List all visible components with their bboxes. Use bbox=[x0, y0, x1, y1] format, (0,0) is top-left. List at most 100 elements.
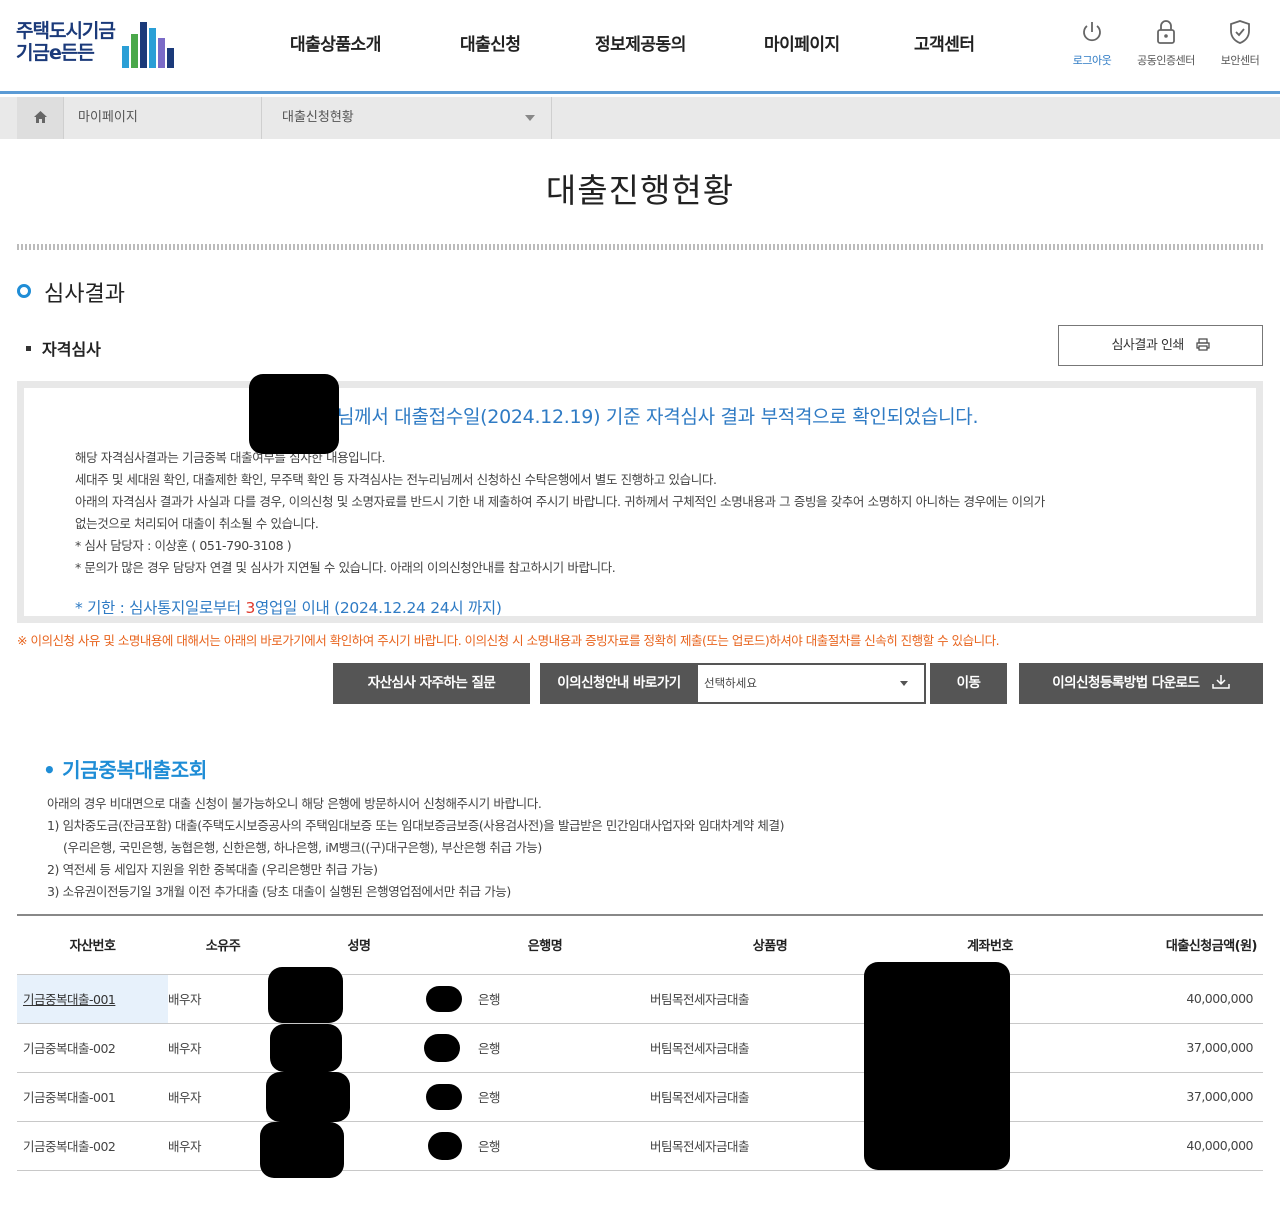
power-icon bbox=[1083, 22, 1101, 42]
nav-info-consent[interactable]: 정보제공동의 bbox=[595, 30, 686, 55]
bank-cell: 은행 bbox=[440, 974, 650, 1024]
objection-shortcut-label: 이의신청안내 바로가기 bbox=[557, 675, 681, 691]
download-guide-label: 이의신청등록방법 다운로드 bbox=[1052, 675, 1200, 691]
amount-cell: 40,000,000 bbox=[1090, 1121, 1263, 1171]
cert-center-label: 공동인증센터 bbox=[1137, 54, 1195, 67]
objection-warning: ※ 이의신청 사유 및 소명내용에 대해서는 아래의 바로가기에서 확인하여 주… bbox=[17, 633, 1000, 648]
review-detail-line: 없는것으로 처리되어 대출이 취소될 수 있습니다. bbox=[75, 516, 319, 531]
table-row[interactable]: 기금중복대출-002 배우자 은행 버팀목전세자금대출 37,000,000 bbox=[17, 1023, 1263, 1073]
breadcrumb-mypage[interactable]: 마이페이지 bbox=[64, 97, 262, 139]
nav-customer-center[interactable]: 고객센터 bbox=[914, 30, 975, 55]
review-contact-line: * 심사 담당자 : 이상훈 ( 051-790-3108 ) bbox=[75, 538, 292, 553]
home-icon bbox=[34, 111, 47, 123]
square-bullet-icon bbox=[26, 346, 31, 351]
table-row[interactable]: 기금중복대출-001 배우자 은행 버팀목전세자금대출 37,000,000 bbox=[17, 1072, 1263, 1122]
table-row[interactable]: 기금중복대출-002 배우자 은행 버팀목전세자금대출 40,000,000 bbox=[17, 1121, 1263, 1171]
faq-button[interactable]: 자산심사 자주하는 질문 bbox=[333, 663, 530, 704]
title-divider bbox=[17, 244, 1263, 250]
owner-cell: 배우자 bbox=[168, 974, 278, 1024]
redacted-name-mark bbox=[266, 1072, 350, 1122]
review-result-box: 님께서 대출접수일(2024.12.19) 기준 자격심사 결과 부적격으로 확… bbox=[17, 374, 1263, 623]
redacted-bank-mark bbox=[426, 1084, 462, 1110]
nav-loan-products[interactable]: 대출상품소개 bbox=[290, 30, 381, 55]
review-section-title: 심사결과 bbox=[44, 282, 125, 307]
deadline-prefix: * 기한 : 심사통지일로부터 bbox=[75, 599, 246, 617]
col-header-owner: 소유주 bbox=[168, 915, 278, 975]
print-result-button[interactable]: 심사결과 인쇄 bbox=[1058, 325, 1263, 366]
download-icon bbox=[1211, 675, 1230, 689]
breadcrumb-loan-status-dropdown[interactable]: 대출신청현황 bbox=[262, 97, 552, 139]
bank-cell: 은행 bbox=[440, 1121, 650, 1171]
note-line: 2) 역전세 등 세입자 지원을 위한 중복대출 (우리은행만 취급 가능) bbox=[47, 862, 378, 877]
objection-deadline: * 기한 : 심사통지일로부터 3영업일 이내 (2024.12.24 24시 … bbox=[75, 596, 502, 618]
duplicate-loan-title: • 기금중복대출조회 bbox=[43, 758, 207, 782]
qualification-review-label: 자격심사 bbox=[42, 340, 101, 359]
note-line: 3) 소유권이전등기일 3개월 이전 추가대출 (당초 대출이 실행된 은행영업… bbox=[47, 884, 511, 899]
chevron-down-icon bbox=[900, 681, 908, 686]
chevron-down-icon bbox=[525, 115, 535, 121]
select-placeholder: 선택하세요 bbox=[704, 676, 757, 690]
deadline-suffix: 영업일 이내 (2024.12.24 24시 까지) bbox=[255, 599, 502, 617]
breadcrumb: 마이페이지 대출신청현황 bbox=[0, 97, 1280, 139]
col-header-amount: 대출신청금액(원) bbox=[1090, 915, 1263, 975]
asset-link[interactable]: 기금중복대출-001 bbox=[23, 992, 116, 1007]
duplicate-loan-table: 자산번호 소유주 성명 은행명 상품명 계좌번호 대출신청금액(원) 기금중복대… bbox=[17, 914, 1263, 1171]
col-header-name: 성명 bbox=[278, 915, 440, 975]
review-result-message: 님께서 대출접수일(2024.12.19) 기준 자격심사 결과 부적격으로 확… bbox=[337, 406, 979, 428]
download-guide-button[interactable]: 이의신청등록방법 다운로드 bbox=[1019, 663, 1263, 704]
print-result-label: 심사결과 인쇄 bbox=[1111, 338, 1184, 353]
cert-center-button[interactable]: 공동인증센터 bbox=[1129, 18, 1203, 68]
review-detail-line: 해당 자격심사결과는 기금중복 대출여부를 심사한 내용입니다. bbox=[75, 450, 386, 465]
logout-button[interactable]: 로그아웃 bbox=[1055, 18, 1129, 68]
note-line: (우리은행, 국민은행, 농협은행, 신한은행, 하나은행, iM뱅크((구)대… bbox=[63, 840, 542, 855]
amount-cell: 37,000,000 bbox=[1090, 1072, 1263, 1122]
table-row[interactable]: 기금중복대출-001 배우자 은행 버팀목전세자금대출 40,000,000 bbox=[17, 974, 1263, 1024]
amount-cell: 37,000,000 bbox=[1090, 1023, 1263, 1073]
col-header-asset: 자산번호 bbox=[17, 915, 168, 975]
objection-shortcut-select[interactable]: 선택하세요 bbox=[698, 665, 924, 702]
asset-cell[interactable]: 기금중복대출-002 bbox=[17, 1023, 168, 1073]
review-detail-line: * 문의가 많은 경우 담당자 연결 및 심사가 지연될 수 있습니다. 아래의… bbox=[75, 560, 616, 575]
note-line: 아래의 경우 비대면으로 대출 신청이 불가능하오니 해당 은행에 방문하시어 … bbox=[47, 796, 542, 811]
redacted-account-mark bbox=[864, 962, 1010, 1170]
shield-icon bbox=[1230, 20, 1250, 44]
printer-icon bbox=[1195, 338, 1210, 351]
security-center-button[interactable]: 보안센터 bbox=[1203, 18, 1277, 68]
logo-line-2: 기금e든든 bbox=[16, 42, 95, 64]
redacted-name-mark bbox=[270, 1024, 342, 1072]
lock-icon bbox=[1157, 20, 1175, 44]
circle-bullet-icon bbox=[17, 284, 31, 298]
deadline-days: 3 bbox=[245, 599, 256, 617]
bank-cell: 은행 bbox=[440, 1023, 650, 1073]
logout-label: 로그아웃 bbox=[1072, 54, 1112, 67]
nav-mypage[interactable]: 마이페이지 bbox=[764, 30, 840, 55]
review-result-details: 해당 자격심사결과는 기금중복 대출여부를 심사한 내용입니다. 세대주 및 세… bbox=[75, 447, 1195, 579]
go-button[interactable]: 이동 bbox=[930, 663, 1007, 704]
col-header-product: 상품명 bbox=[650, 915, 890, 975]
review-detail-line: 아래의 자격심사 결과가 사실과 다를 경우, 이의신청 및 소명자료를 반드시… bbox=[75, 494, 1045, 509]
duplicate-loan-notes: 아래의 경우 비대면으로 대출 신청이 불가능하오니 해당 은행에 방문하시어 … bbox=[47, 793, 784, 903]
breadcrumb-current-label: 대출신청현황 bbox=[282, 110, 354, 125]
objection-shortcut: 이의신청안내 바로가기 선택하세요 bbox=[540, 663, 926, 704]
owner-cell: 배우자 bbox=[168, 1072, 278, 1122]
product-cell: 버팀목전세자금대출 bbox=[650, 1072, 890, 1122]
redacted-bank-mark bbox=[428, 1132, 462, 1160]
product-cell: 버팀목전세자금대출 bbox=[650, 1023, 890, 1073]
bank-cell: 은행 bbox=[440, 1072, 650, 1122]
asset-cell[interactable]: 기금중복대출-001 bbox=[17, 974, 168, 1024]
security-center-label: 보안센터 bbox=[1220, 54, 1260, 67]
review-detail-line: 세대주 및 세대원 확인, 대출제한 확인, 무주택 확인 등 자격심사는 전누… bbox=[75, 472, 717, 487]
redacted-bank-mark bbox=[424, 1034, 460, 1062]
nav-loan-apply[interactable]: 대출신청 bbox=[460, 30, 521, 55]
home-button[interactable] bbox=[17, 97, 64, 139]
site-logo[interactable]: 주택도시기금 기금e든든 bbox=[16, 18, 186, 72]
amount-cell: 40,000,000 bbox=[1090, 974, 1263, 1024]
logo-text: 주택도시기금 기금e든든 bbox=[16, 20, 116, 64]
table-header-row: 자산번호 소유주 성명 은행명 상품명 계좌번호 대출신청금액(원) bbox=[17, 915, 1263, 975]
redacted-bank-mark bbox=[426, 986, 462, 1012]
redacted-name-mark bbox=[260, 1122, 344, 1178]
product-cell: 버팀목전세자금대출 bbox=[650, 974, 890, 1024]
asset-cell[interactable]: 기금중복대출-001 bbox=[17, 1072, 168, 1122]
asset-cell[interactable]: 기금중복대출-002 bbox=[17, 1121, 168, 1171]
site-header: 주택도시기금 기금e든든 대출상품소개 대출신청 정보제공동의 마이페이지 고객… bbox=[0, 0, 1280, 94]
